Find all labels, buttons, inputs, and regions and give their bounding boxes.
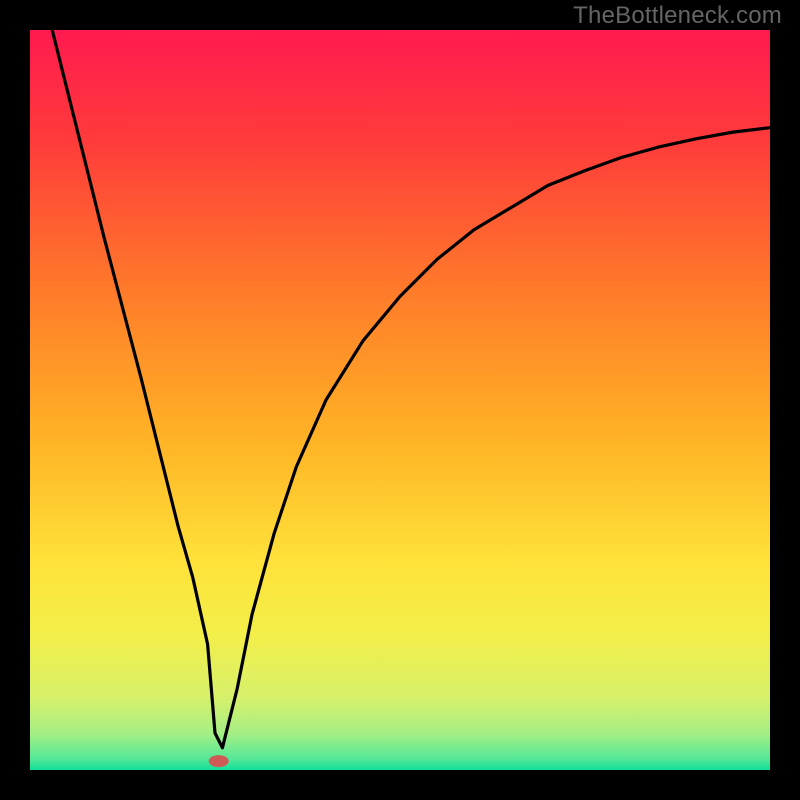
marker-dot <box>209 755 229 767</box>
border-left <box>0 0 30 800</box>
plot-background <box>30 30 770 770</box>
border-bottom <box>0 770 800 800</box>
border-right <box>770 0 800 800</box>
chart-frame: TheBottleneck.com <box>0 0 800 800</box>
plot-svg <box>30 30 770 770</box>
watermark-label: TheBottleneck.com <box>573 2 782 30</box>
